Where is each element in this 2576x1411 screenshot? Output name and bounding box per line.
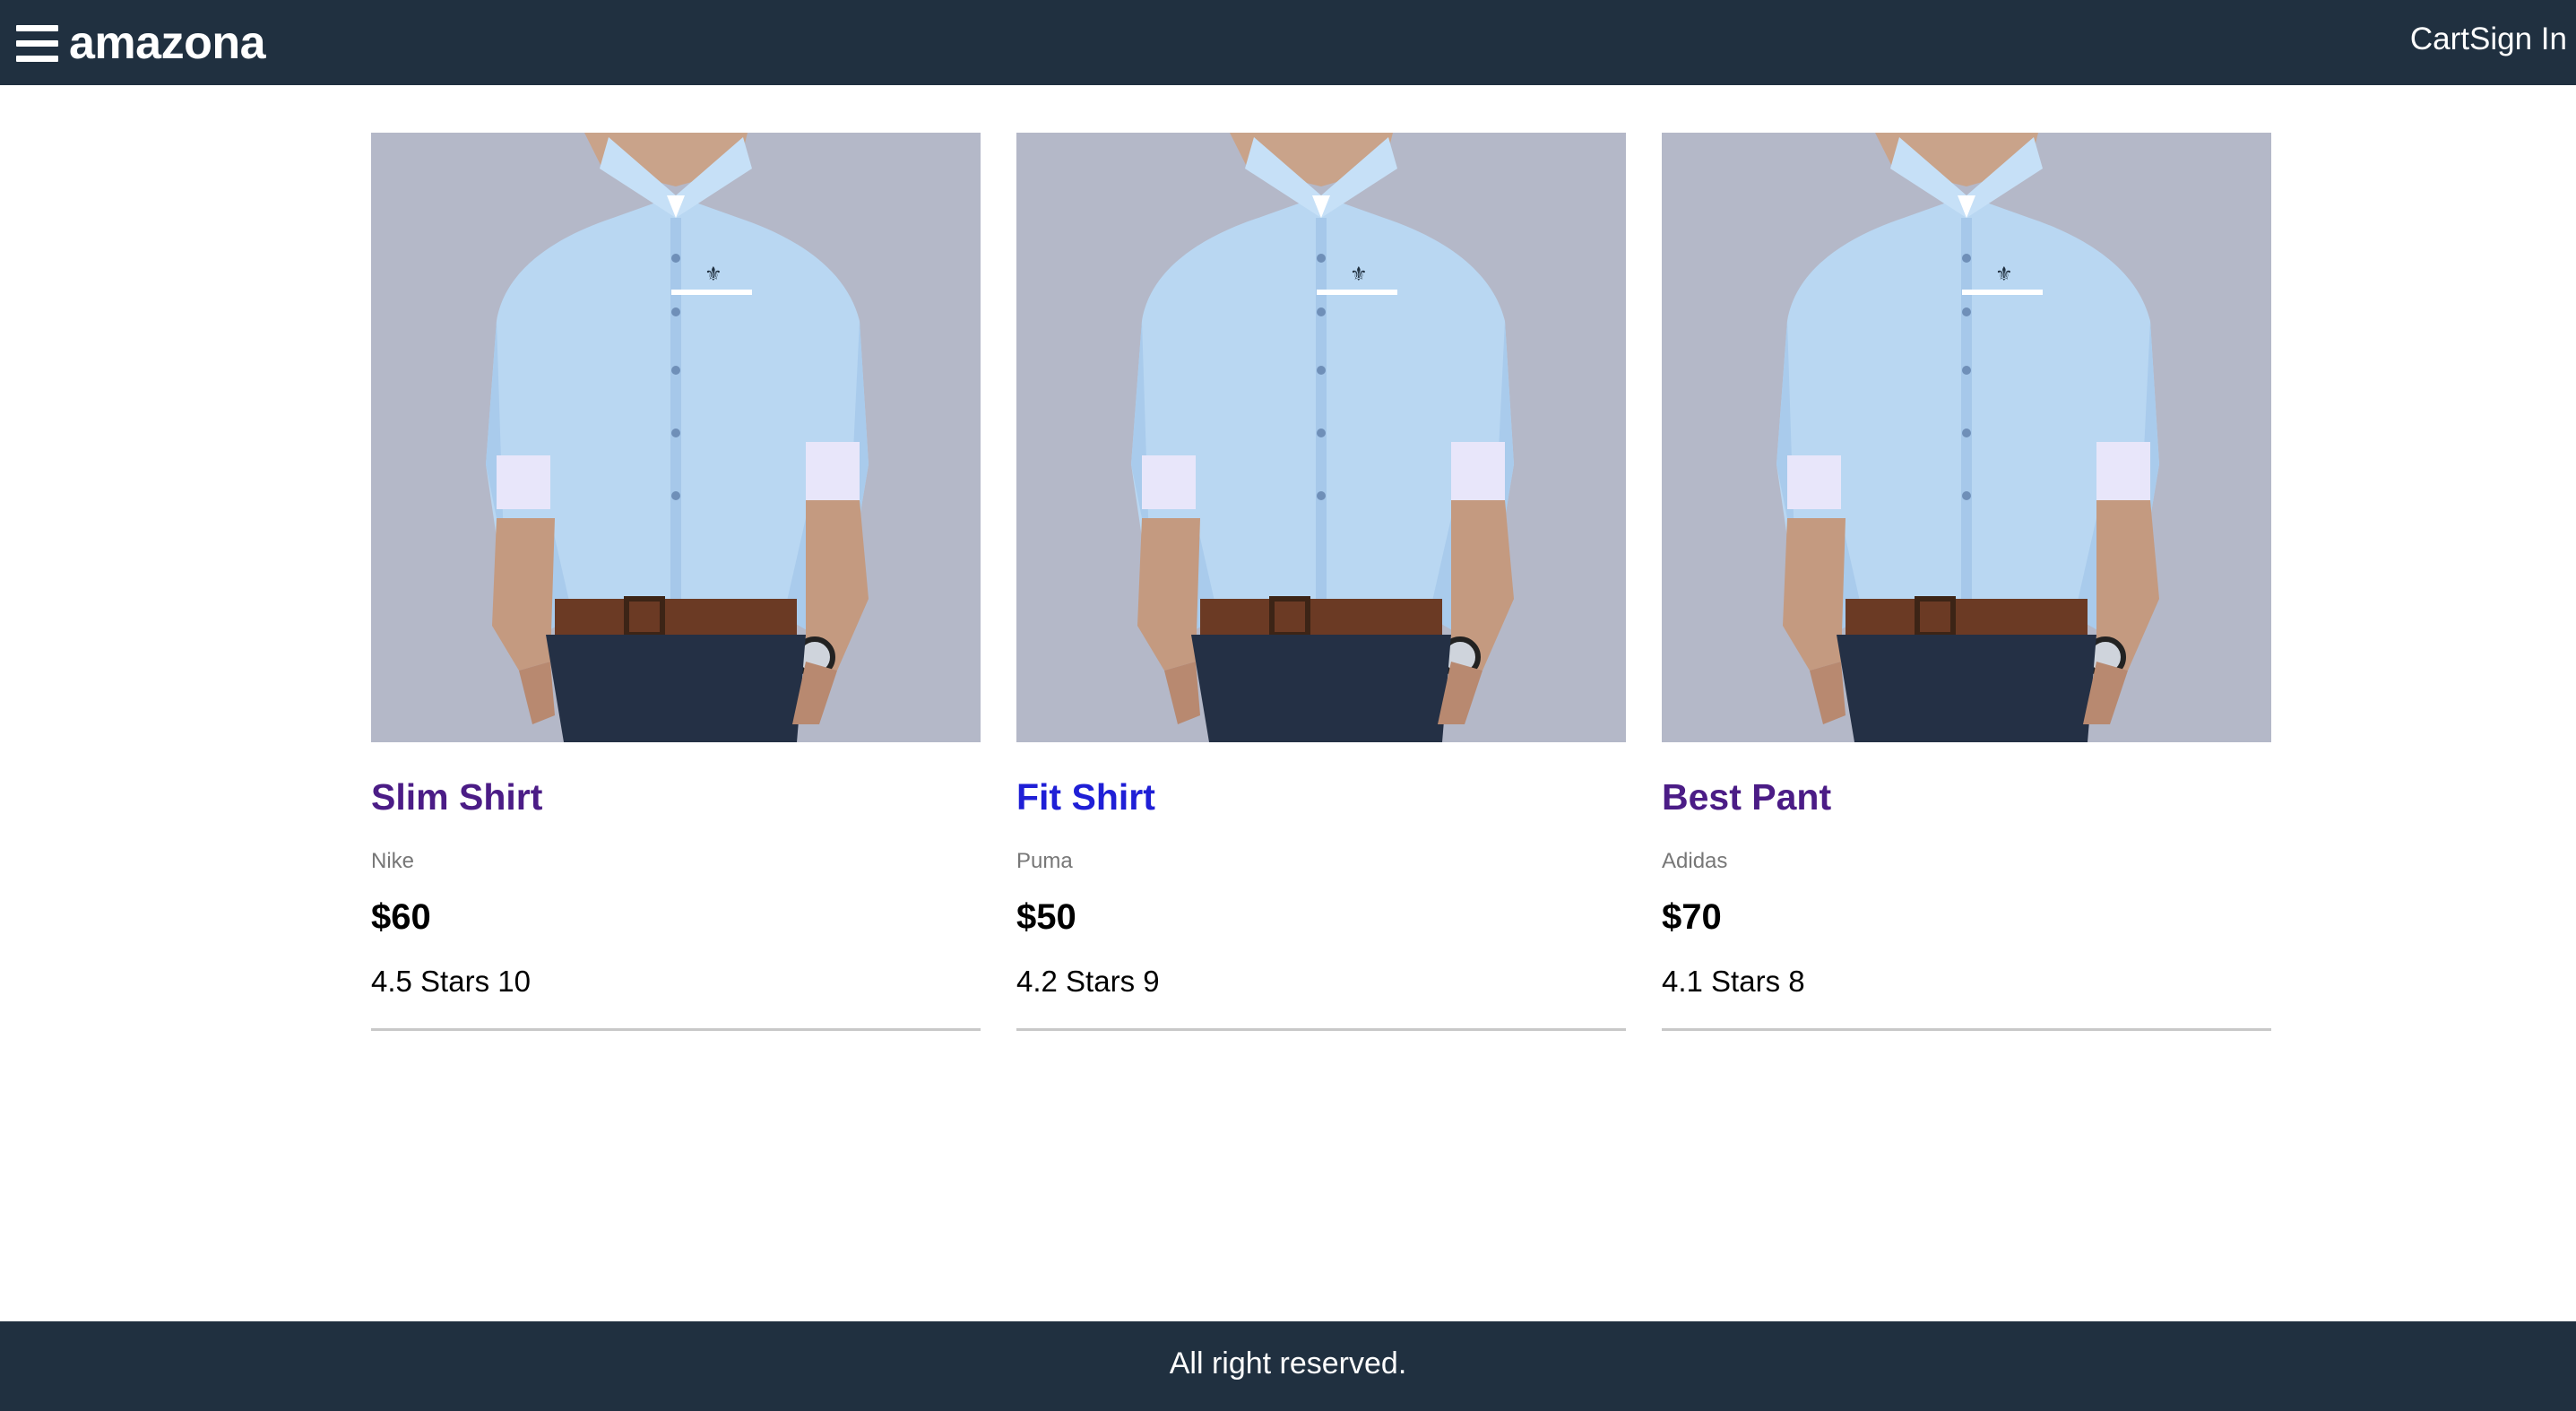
product-name-link[interactable]: Slim Shirt [371, 776, 542, 818]
product-rating: 4.1 Stars 8 [1662, 965, 1805, 998]
brand-logo-link[interactable]: amazona [69, 16, 266, 70]
product-name-link[interactable]: Fit Shirt [1016, 776, 1155, 818]
product-image[interactable] [1016, 133, 1626, 742]
product-card: Fit Shirt [1016, 133, 1626, 1031]
product-brand: Adidas [1662, 849, 1728, 873]
product-price: $70 [1662, 897, 1722, 937]
footer-text: All right reserved. [1169, 1346, 1407, 1381]
product-price: $50 [1016, 897, 1076, 937]
product-card: Best Pant [1662, 133, 2271, 1031]
top-navbar: amazona CartSign In [0, 0, 2576, 85]
product-rating: 4.5 Stars 10 [371, 965, 531, 998]
product-card: Slim Shirt [371, 133, 981, 1031]
header-links: CartSign In [2410, 22, 2567, 57]
hamburger-menu-icon[interactable] [16, 25, 58, 63]
product-brand: Nike [371, 849, 415, 873]
product-rating: 4.2 Stars 9 [1016, 965, 1160, 998]
footer: All right reserved. [0, 1321, 2576, 1411]
signin-link[interactable]: Sign In [2469, 22, 2567, 56]
product-brand: Puma [1016, 849, 1073, 873]
cart-link[interactable]: Cart [2410, 22, 2469, 56]
product-name-link[interactable]: Best Pant [1662, 776, 1831, 818]
product-image[interactable] [1662, 133, 2271, 742]
product-price: $60 [371, 897, 431, 937]
product-image[interactable] [371, 133, 981, 742]
